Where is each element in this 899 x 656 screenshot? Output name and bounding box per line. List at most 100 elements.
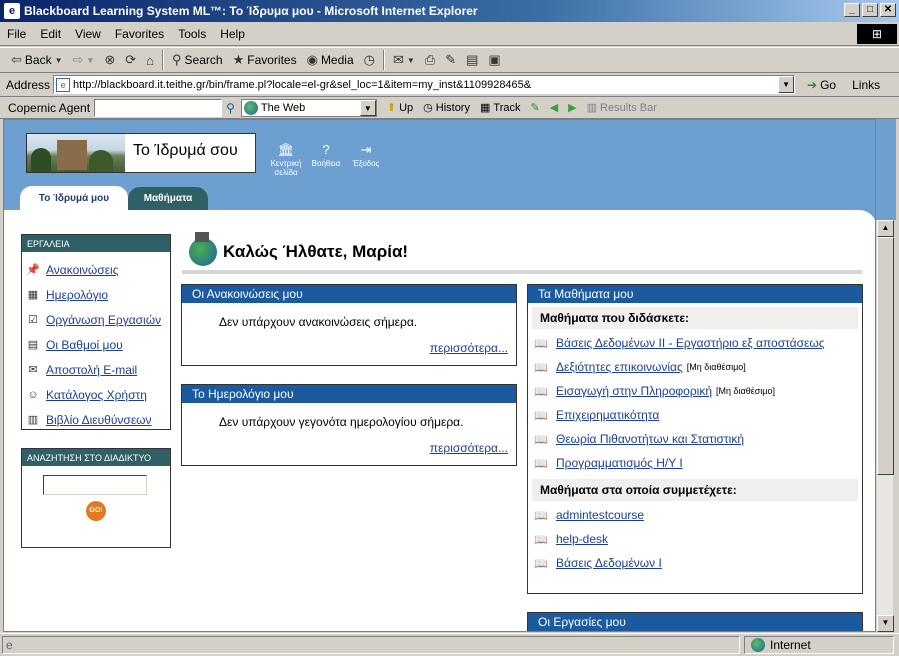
history-button[interactable]: ◷ bbox=[359, 49, 380, 71]
copernic-forward-button[interactable]: ▶ bbox=[568, 101, 576, 114]
institution-home-icon: 🏛 bbox=[277, 141, 295, 157]
menu-edit[interactable]: Edit bbox=[33, 27, 68, 41]
page-background-strip bbox=[876, 119, 896, 220]
course-link[interactable]: Θεωρία Πιθανοτήτων και Στατιστική bbox=[556, 432, 744, 446]
course-link[interactable]: Δεξιότητες επικοινωνίας bbox=[556, 360, 683, 374]
copernic-history-button[interactable]: ◷ History bbox=[423, 101, 470, 115]
help-link[interactable]: ? Βοήθεια bbox=[310, 140, 342, 177]
copernic-scope-select[interactable]: The Web ▼ bbox=[240, 98, 377, 117]
logout-icon: ⇥ bbox=[360, 141, 372, 157]
security-zone: Internet bbox=[744, 636, 894, 654]
announcements-more-link[interactable]: περισσότερα... bbox=[430, 341, 508, 355]
scroll-thumb[interactable] bbox=[877, 237, 894, 475]
favorites-button[interactable]: ★ Favorites bbox=[228, 49, 302, 71]
copernic-search-input[interactable] bbox=[94, 98, 223, 117]
address-url: http://blackboard.it.teithe.gr/bin/frame… bbox=[73, 78, 532, 91]
close-button[interactable]: ✕ bbox=[880, 3, 896, 17]
courses-module: Τα Μαθήματα μου Μαθήματα που διδάσκετε: … bbox=[527, 284, 863, 594]
address-input[interactable]: e http://blackboard.it.teithe.gr/bin/fra… bbox=[53, 75, 796, 94]
course-link[interactable]: Βάσεις Δεδομένων Ι bbox=[556, 556, 662, 570]
tool-email[interactable]: ✉ Αποστολή E-mail bbox=[22, 357, 170, 382]
vertical-scrollbar[interactable]: ▲ ▼ bbox=[876, 220, 894, 632]
copernic-highlight-button[interactable]: ✎ bbox=[530, 101, 539, 114]
address-dropdown-icon[interactable]: ▼ bbox=[778, 76, 795, 93]
copernic-track-button[interactable]: ▦ Track bbox=[480, 101, 521, 115]
book-icon: 📖 bbox=[534, 557, 548, 570]
mail-dropdown-icon[interactable]: ▼ bbox=[407, 56, 415, 65]
menu-view[interactable]: View bbox=[68, 27, 108, 41]
menu-help[interactable]: Help bbox=[213, 27, 252, 41]
course-link[interactable]: Βάσεις Δεδομένων ΙΙ - Εργαστήριο εξ αποσ… bbox=[556, 336, 825, 350]
course-link[interactable]: Εισαγωγή στην Πληροφορική bbox=[556, 384, 712, 398]
copernic-search-icon[interactable]: ⚲ bbox=[226, 101, 235, 115]
go-button[interactable]: ➔ Go bbox=[807, 78, 836, 92]
print-button[interactable]: ⎙ bbox=[420, 49, 440, 71]
maximize-button[interactable]: □ bbox=[862, 3, 878, 17]
stop-button[interactable]: ⊗ bbox=[99, 49, 120, 71]
tool-address-book[interactable]: ▥ Βιβλίο Διευθύνσεων bbox=[22, 407, 170, 432]
tool-label[interactable]: Αποστολή E-mail bbox=[46, 363, 137, 377]
back-button[interactable]: ⇦ Back ▼ bbox=[6, 49, 68, 71]
web-search-input[interactable] bbox=[43, 475, 147, 495]
tools-header: ΕΡΓΑΛΕΙΑ bbox=[22, 235, 170, 252]
tool-user-directory[interactable]: ☺ Κατάλογος Χρήστη bbox=[22, 382, 170, 407]
course-link[interactable]: help-desk bbox=[556, 532, 608, 546]
home-button[interactable]: ⌂ bbox=[141, 49, 159, 71]
forward-dropdown-icon[interactable]: ▼ bbox=[86, 56, 94, 65]
calendar-module: Το Ημερολόγιο μου Δεν υπάρχουν γεγονότα … bbox=[181, 384, 517, 466]
edit-button[interactable]: ✎ bbox=[440, 49, 461, 71]
copernic-results-bar-button[interactable]: ▥ Results Bar bbox=[586, 101, 657, 115]
scope-dropdown-icon[interactable]: ▼ bbox=[359, 99, 376, 116]
copernic-back-button[interactable]: ◀ bbox=[550, 101, 558, 114]
tab-my-institution[interactable]: Το Ίδρυμά μου bbox=[20, 186, 128, 210]
tasks-icon: ☑ bbox=[28, 314, 38, 326]
media-button[interactable]: ◉ Media bbox=[302, 49, 359, 71]
logout-link[interactable]: ⇥ Έξοδος bbox=[350, 140, 382, 177]
tool-label[interactable]: Ημερολόγιο bbox=[46, 288, 108, 302]
zone-label: Internet bbox=[770, 638, 811, 652]
scroll-down-button[interactable]: ▼ bbox=[877, 615, 894, 632]
email-icon: ✉ bbox=[28, 364, 38, 376]
tool-calendar[interactable]: ▦ Ημερολόγιο bbox=[22, 282, 170, 307]
discuss-button[interactable]: ▤ bbox=[461, 49, 483, 71]
search-icon: ⚲ bbox=[172, 52, 182, 67]
help-label: Βοήθεια bbox=[311, 159, 341, 168]
tool-label[interactable]: Οι Βαθμοί μου bbox=[46, 338, 123, 352]
menu-favorites[interactable]: Favorites bbox=[108, 27, 171, 41]
back-dropdown-icon[interactable]: ▼ bbox=[55, 56, 63, 65]
course-link[interactable]: Επιχειρηματικότητα bbox=[556, 408, 659, 422]
tool-label[interactable]: Οργάνωση Εργασιών bbox=[46, 313, 161, 327]
globe-building-icon bbox=[189, 232, 217, 266]
links-button[interactable]: Links bbox=[852, 78, 880, 92]
edit-icon: ✎ bbox=[445, 52, 457, 67]
calendar-more-link[interactable]: περισσότερα... bbox=[430, 441, 508, 455]
results-bar-icon: ▥ bbox=[586, 102, 598, 114]
tool-tasks[interactable]: ☑ Οργάνωση Εργασιών bbox=[22, 307, 170, 332]
web-search-go-button[interactable]: GO! bbox=[86, 501, 106, 521]
search-button[interactable]: ⚲ Search bbox=[167, 49, 228, 71]
refresh-button[interactable]: ⟳ bbox=[120, 49, 141, 71]
course-item: 📖 Θεωρία Πιθανοτήτων και Στατιστική bbox=[534, 427, 862, 451]
tool-label[interactable]: Βιβλίο Διευθύνσεων bbox=[46, 413, 152, 427]
home-page-link[interactable]: 🏛 Κεντρική σελίδα bbox=[270, 140, 302, 178]
tool-announcements[interactable]: 📌 Ανακοινώσεις bbox=[22, 257, 170, 282]
tool-grades[interactable]: ▤ Οι Βαθμοί μου bbox=[22, 332, 170, 357]
institution-banner: Το Ίδρυμά σου bbox=[26, 133, 256, 173]
tool-label[interactable]: Ανακοινώσεις bbox=[46, 263, 119, 277]
forward-button[interactable]: ⇨ ▼ bbox=[68, 49, 100, 71]
minimize-button[interactable]: _ bbox=[844, 3, 860, 17]
mail-button[interactable]: ✉ ▼ bbox=[388, 49, 420, 71]
copernic-up-button[interactable]: ⬆ Up bbox=[387, 101, 413, 115]
tab-courses[interactable]: Μαθήματα bbox=[128, 187, 208, 210]
menu-file[interactable]: File bbox=[0, 27, 33, 41]
menu-tools[interactable]: Tools bbox=[171, 27, 213, 41]
course-link[interactable]: admintestcourse bbox=[556, 508, 644, 522]
course-status: [Μη διαθέσιμο] bbox=[686, 362, 746, 372]
scroll-up-button[interactable]: ▲ bbox=[877, 220, 894, 237]
course-link[interactable]: Προγραμματισμός Η/Υ Ι bbox=[556, 456, 683, 470]
calendar-title: Το Ημερολόγιο μου bbox=[182, 385, 516, 403]
tool-label[interactable]: Κατάλογος Χρήστη bbox=[46, 388, 147, 402]
help-icon: ? bbox=[322, 141, 330, 157]
web-search-header: ΑΝΑΖΗΤΗΣΗ ΣΤΟ ΔΙΑΔΙΚΤΥΟ bbox=[22, 449, 170, 466]
messenger-button[interactable]: ▣ bbox=[483, 49, 505, 71]
